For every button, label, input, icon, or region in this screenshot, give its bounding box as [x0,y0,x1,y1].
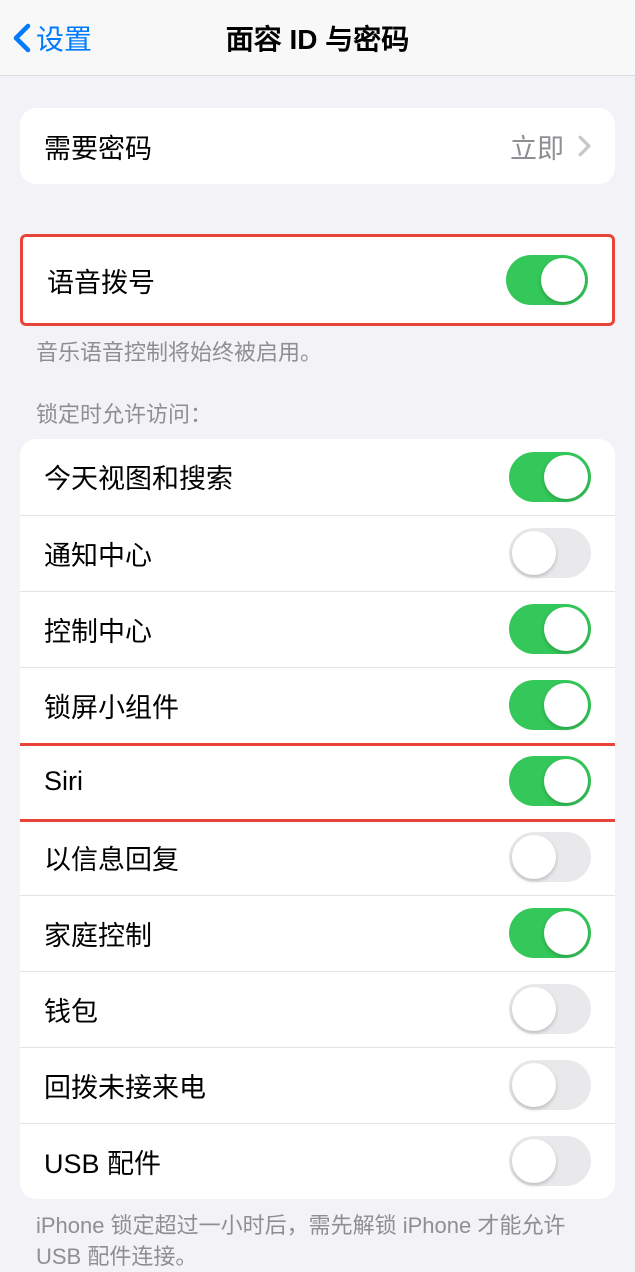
lock-access-toggle[interactable] [509,984,591,1034]
lock-access-row: 今天视图和搜索 [20,439,615,515]
lock-access-row: 通知中心 [20,515,615,591]
lock-access-toggle[interactable] [509,756,591,806]
lock-access-toggle[interactable] [509,528,591,578]
voice-dial-row: 语音拨号 [23,237,612,323]
require-passcode-row[interactable]: 需要密码 立即 [20,108,615,184]
lock-access-label: 钱包 [44,990,98,1029]
lock-access-row: 锁屏小组件 [20,667,615,743]
lock-access-toggle[interactable] [509,680,591,730]
lock-access-label: 以信息回复 [44,838,179,877]
lock-access-toggle[interactable] [509,604,591,654]
lock-access-row: USB 配件 [20,1123,615,1199]
lock-access-label: 今天视图和搜索 [44,457,233,496]
lock-access-row: Siri [20,743,615,819]
voice-dial-group: 语音拨号 [20,234,615,326]
lock-access-label: 通知中心 [44,534,152,573]
lock-access-label: USB 配件 [44,1142,161,1181]
lock-access-label: 家庭控制 [44,914,152,953]
lock-access-footer: iPhone 锁定超过一小时后，需先解锁 iPhone 才能允许 USB 配件连… [0,1199,635,1272]
lock-access-row: 钱包 [20,971,615,1047]
back-button[interactable]: 设置 [12,18,92,58]
page-title: 面容 ID 与密码 [226,18,410,58]
voice-dial-footer: 音乐语音控制将始终被启用。 [0,326,635,369]
voice-dial-toggle[interactable] [506,255,588,305]
navigation-bar: 设置 面容 ID 与密码 [0,0,635,76]
lock-access-label: Siri [44,766,83,797]
lock-access-toggle[interactable] [509,1060,591,1110]
require-passcode-label: 需要密码 [44,127,152,166]
require-passcode-value: 立即 [510,127,591,166]
lock-access-group: 今天视图和搜索通知中心控制中心锁屏小组件 Siri 以信息回复家庭控制钱包回拨未接来… [20,439,615,1199]
require-passcode-group: 需要密码 立即 [20,108,615,184]
voice-dial-label: 语音拨号 [47,261,155,300]
lock-access-label: 锁屏小组件 [44,686,179,725]
lock-access-row: 控制中心 [20,591,615,667]
lock-access-row: 家庭控制 [20,895,615,971]
lock-access-toggle[interactable] [509,452,591,502]
chevron-right-icon [578,135,591,157]
lock-access-header: 锁定时允许访问： [0,369,635,439]
lock-access-label: 控制中心 [44,610,152,649]
lock-access-row: 以信息回复 [20,819,615,895]
lock-access-toggle[interactable] [509,832,591,882]
lock-access-toggle[interactable] [509,1136,591,1186]
lock-access-toggle[interactable] [509,908,591,958]
back-label: 设置 [36,18,92,58]
lock-access-label: 回拨未接来电 [44,1066,206,1105]
lock-access-row: 回拨未接来电 [20,1047,615,1123]
chevron-left-icon [12,23,32,53]
